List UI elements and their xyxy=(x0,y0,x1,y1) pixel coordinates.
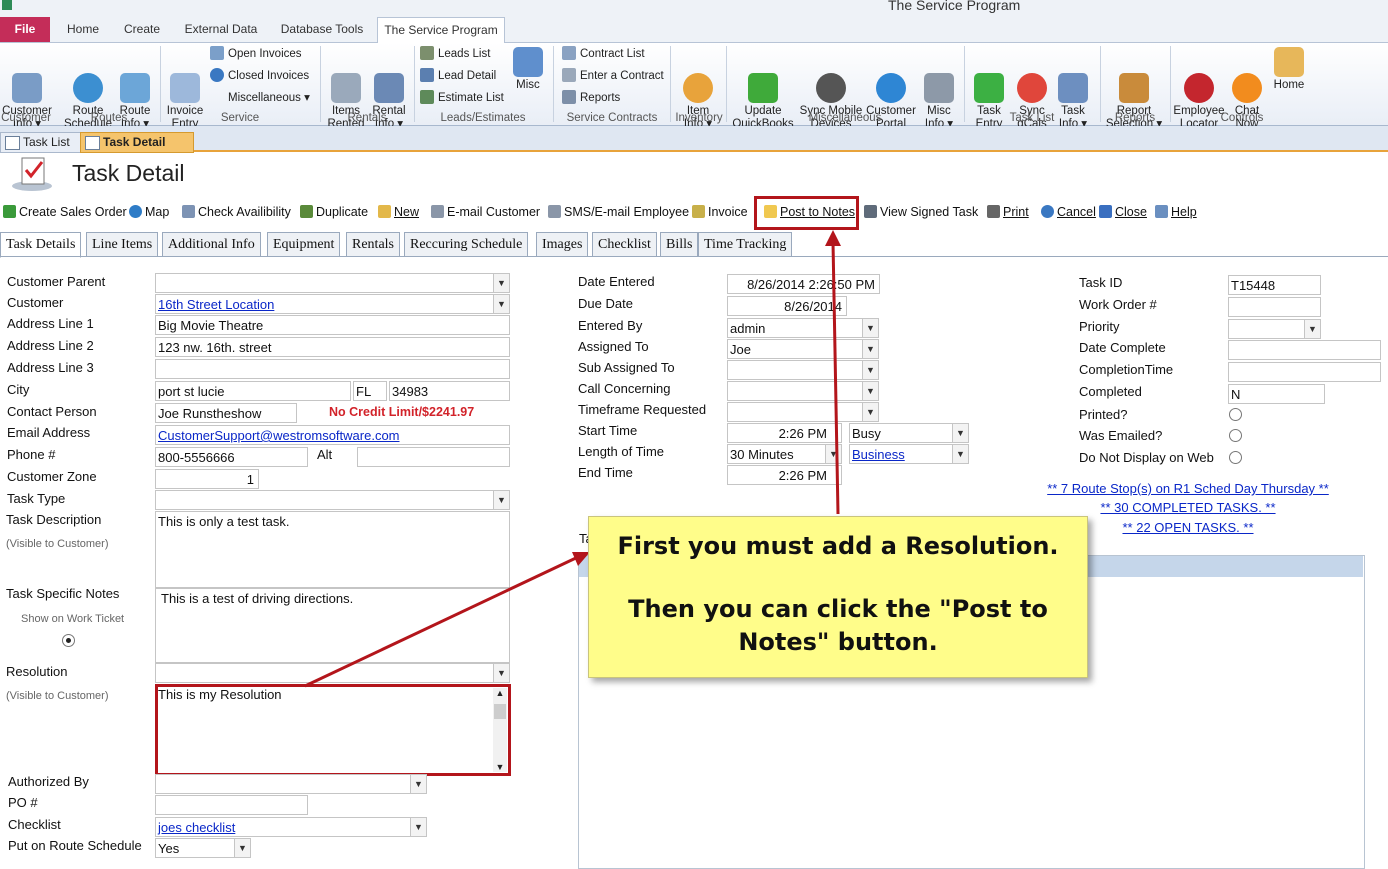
annotation-arrows xyxy=(304,230,841,688)
arrow-to-callout xyxy=(304,555,579,688)
arrow-to-post-to-notes xyxy=(831,241,840,515)
callout-line-2: Then you can click the "Post to xyxy=(628,595,1048,623)
instruction-callout: First you must add a Resolution. Then yo… xyxy=(588,516,1088,678)
callout-line-1: First you must add a Resolution. xyxy=(617,532,1059,560)
arrowhead-icon xyxy=(825,230,841,246)
callout-line-3: Notes" button. xyxy=(738,628,938,656)
